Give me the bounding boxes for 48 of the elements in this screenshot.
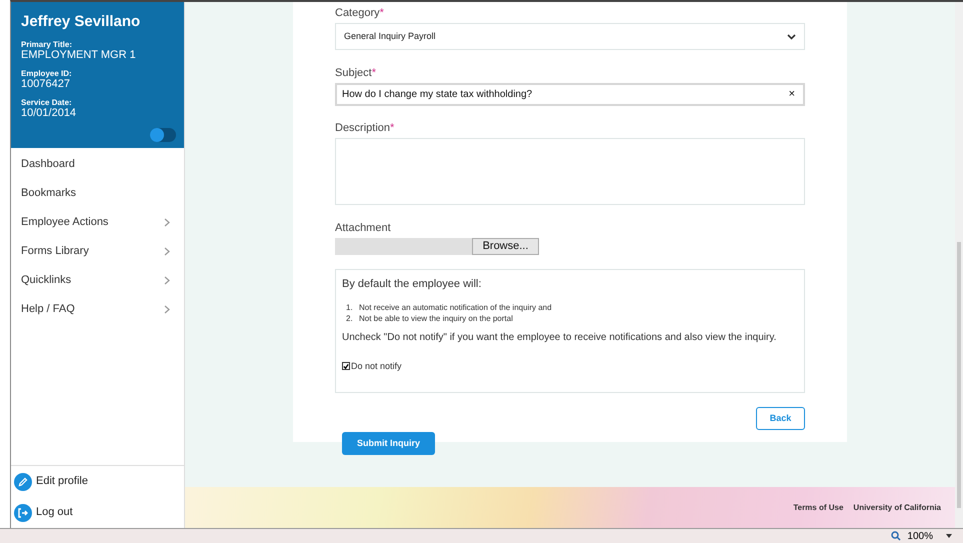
pencil-icon bbox=[14, 472, 32, 490]
zoom-level[interactable]: 100% bbox=[907, 528, 933, 543]
footer-link[interactable]: University of California bbox=[853, 502, 941, 514]
chevron-down-icon bbox=[787, 34, 796, 40]
caret-icon[interactable] bbox=[945, 533, 953, 539]
notice-text: Uncheck "Do not notify" if you want the employee to receive notifications and also view the inquiry. bbox=[342, 330, 776, 344]
field-label: Category* bbox=[335, 6, 384, 20]
profile-name: Jeffrey Sevillano bbox=[21, 12, 140, 32]
list-number: 2. bbox=[346, 312, 354, 324]
checkbox[interactable] bbox=[342, 362, 350, 370]
scrollbar[interactable] bbox=[955, 2, 963, 528]
category-dropdown[interactable]: General Inquiry Payroll bbox=[335, 23, 805, 50]
subject-field[interactable]: How do I change my state tax withholding? × bbox=[335, 83, 805, 106]
edit-profile-link[interactable]: Edit profile bbox=[11, 466, 184, 497]
toggle-switch[interactable] bbox=[150, 128, 176, 142]
nav-item[interactable]: Help / FAQ bbox=[11, 295, 184, 324]
nav-item[interactable]: Dashboard bbox=[11, 150, 184, 179]
checkbox-label: Do not notify bbox=[351, 360, 402, 373]
field-label: Description* bbox=[335, 121, 394, 135]
back-button[interactable]: Back bbox=[756, 407, 805, 430]
field-label: Service Date: bbox=[21, 98, 72, 107]
required-mark: * bbox=[372, 67, 376, 79]
field-value: EMPLOYMENT MGR 1 bbox=[21, 49, 136, 61]
file-path-field[interactable] bbox=[335, 238, 472, 255]
list-item-text: Not receive an automatic notification of the inquiry and bbox=[359, 302, 552, 312]
exit-icon bbox=[14, 504, 32, 522]
clear-button[interactable]: × bbox=[788, 86, 795, 103]
logout-link[interactable]: Log out bbox=[11, 497, 184, 528]
notice-intro: By default the employee will: bbox=[342, 277, 482, 292]
required-mark: * bbox=[390, 122, 394, 134]
field-label: Attachment bbox=[335, 221, 391, 235]
list-number: 1. bbox=[346, 302, 354, 312]
description-field[interactable] bbox=[335, 138, 805, 205]
nav-item[interactable]: Employee Actions bbox=[11, 208, 184, 237]
field-value: 10/01/2014 bbox=[21, 107, 76, 119]
nav-item[interactable]: Forms Library bbox=[11, 237, 184, 266]
zoom-icon bbox=[891, 531, 902, 541]
required-mark: * bbox=[380, 7, 384, 19]
list-item-text: Not be able to view the inquiry on the portal bbox=[359, 312, 513, 324]
submit-button[interactable]: Submit Inquiry bbox=[342, 432, 435, 456]
nav-item[interactable]: Bookmarks bbox=[11, 179, 184, 208]
field-label: Subject* bbox=[335, 66, 376, 80]
footer-link[interactable]: Terms of Use bbox=[793, 502, 844, 514]
browse-button[interactable]: Browse... bbox=[472, 238, 539, 255]
field-label: Primary Title: bbox=[21, 40, 72, 49]
field-value: 10076427 bbox=[21, 78, 70, 90]
nav-item[interactable]: Quicklinks bbox=[11, 266, 184, 295]
field-label: Employee ID: bbox=[21, 69, 72, 78]
